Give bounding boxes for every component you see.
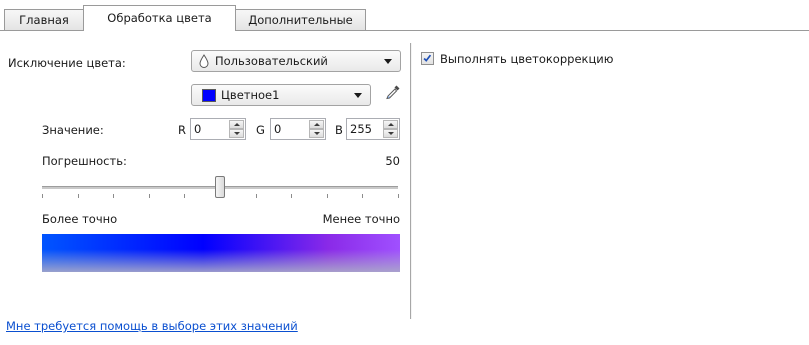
r-stepper-buttons: [229, 120, 244, 138]
more-precise-label: Более точно: [42, 212, 118, 226]
tab-main[interactable]: Главная: [4, 9, 84, 30]
tab-color-processing[interactable]: Обработка цвета: [83, 5, 236, 31]
r-decrement-button[interactable]: [229, 129, 244, 138]
chevron-down-icon: [354, 93, 362, 98]
b-increment-button[interactable]: [383, 120, 398, 129]
tolerance-value: 50: [385, 154, 400, 168]
slider-tick: [291, 194, 292, 198]
color-select-value: Цветное1: [221, 88, 280, 102]
panel-divider: [410, 43, 411, 319]
checkmark-icon: [423, 54, 432, 62]
g-value-input[interactable]: [272, 120, 310, 138]
color-correction-checkbox[interactable]: [421, 52, 434, 65]
eyedropper-icon[interactable]: [385, 84, 401, 100]
chevron-down-icon: [384, 59, 392, 64]
r-increment-button[interactable]: [229, 120, 244, 129]
g-increment-button[interactable]: [309, 120, 324, 129]
b-value-input[interactable]: [348, 120, 384, 138]
color-correction-label: Выполнять цветокоррекцию: [440, 52, 614, 66]
b-value-stepper[interactable]: [346, 118, 400, 140]
color-swatch: [202, 88, 216, 102]
r-label: R: [178, 123, 186, 137]
tolerance-slider-thumb[interactable]: [215, 176, 225, 198]
less-precise-label: Менее точно: [322, 212, 400, 226]
tolerance-label: Погрешность:: [42, 154, 127, 168]
g-label: G: [256, 123, 265, 137]
value-label: Значение:: [42, 123, 104, 137]
slider-tick: [327, 194, 328, 198]
slider-tick: [398, 194, 399, 198]
r-value-stepper[interactable]: [190, 118, 246, 140]
g-value-stepper[interactable]: [270, 118, 326, 140]
b-label: B: [335, 123, 343, 137]
b-stepper-buttons: [383, 120, 398, 138]
tolerance-color-gradient: [42, 234, 400, 272]
tab-advanced-label: Дополнительные: [248, 13, 353, 27]
slider-tick: [42, 194, 43, 198]
slider-tick: [184, 194, 185, 198]
tab-color-processing-label: Обработка цвета: [107, 11, 212, 25]
color-exclusion-mode-select[interactable]: Пользовательский: [191, 50, 401, 72]
tab-strip: Главная Обработка цвета Дополнительные: [0, 0, 809, 31]
color-select[interactable]: Цветное1: [191, 84, 371, 106]
g-stepper-buttons: [309, 120, 324, 138]
slider-tick: [362, 194, 363, 198]
slider-tick: [78, 194, 79, 198]
droplet-icon: [199, 54, 209, 68]
b-decrement-button[interactable]: [383, 129, 398, 138]
slider-tick: [149, 194, 150, 198]
r-value-input[interactable]: [192, 120, 230, 138]
slider-tick: [113, 194, 114, 198]
slider-tick: [256, 194, 257, 198]
help-link[interactable]: Мне требуется помощь в выборе этих значе…: [6, 319, 298, 333]
color-exclusion-mode-value: Пользовательский: [215, 54, 328, 68]
color-exclusion-label: Исключение цвета:: [8, 56, 126, 70]
tab-advanced[interactable]: Дополнительные: [235, 9, 366, 30]
g-decrement-button[interactable]: [309, 129, 324, 138]
color-processing-panel: Исключение цвета: Пользовательский Цветн…: [0, 31, 809, 345]
tab-main-label: Главная: [19, 13, 69, 27]
